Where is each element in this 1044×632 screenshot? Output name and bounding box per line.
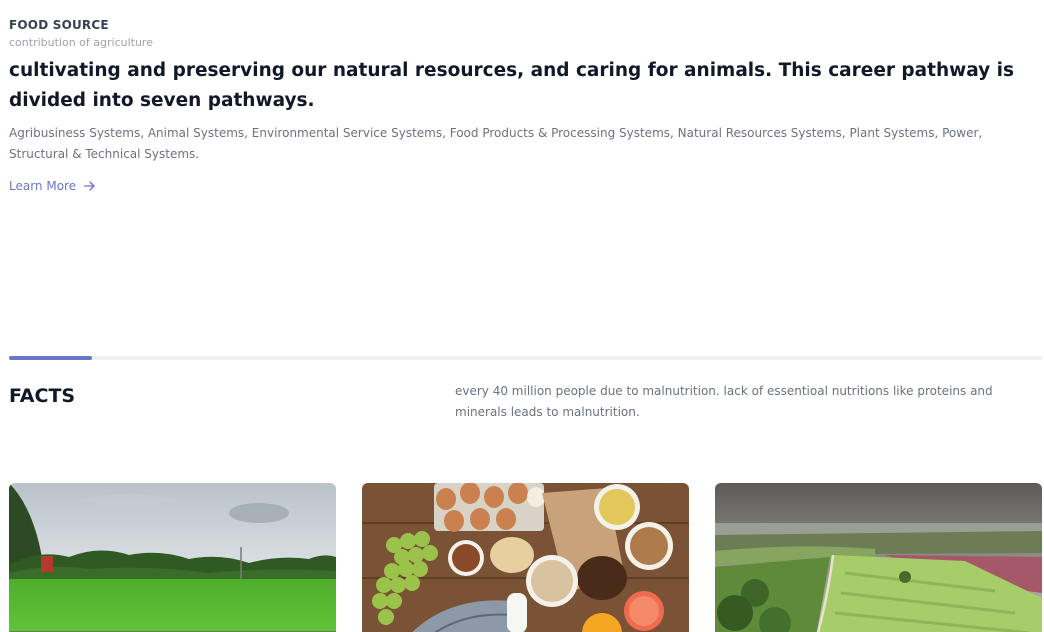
facts-text: every 40 million people due to malnutrit…: [455, 384, 993, 419]
hero-description: Agribusiness Systems, Animal Systems, En…: [9, 126, 983, 161]
rice-field-photo: [9, 483, 336, 632]
page: FOOD SOURCE contribution of agriculture …: [0, 0, 1044, 632]
hero-headline: cultivating and preserving our natural r…: [9, 60, 1015, 111]
image-card-food-ingredients[interactable]: [362, 483, 689, 632]
image-card-aerial-farmland[interactable]: [715, 483, 1042, 632]
aerial-farmland-photo: [715, 483, 1042, 632]
section-eyebrow: FOOD SOURCE: [9, 18, 109, 32]
slider-progress-bar: [9, 356, 1042, 360]
learn-more-link[interactable]: Learn More: [9, 179, 95, 193]
food-ingredients-photo: [362, 483, 689, 632]
section-subtitle: contribution of agriculture: [9, 36, 153, 49]
slider-progress-fill: [9, 356, 92, 360]
image-card-rice-field[interactable]: [9, 483, 336, 632]
arrow-right-icon: [84, 181, 95, 191]
hero-section: FOOD SOURCE contribution of agriculture …: [9, 17, 1041, 194]
learn-more-label: Learn More: [9, 179, 77, 193]
facts-title: FACTS: [9, 385, 76, 407]
